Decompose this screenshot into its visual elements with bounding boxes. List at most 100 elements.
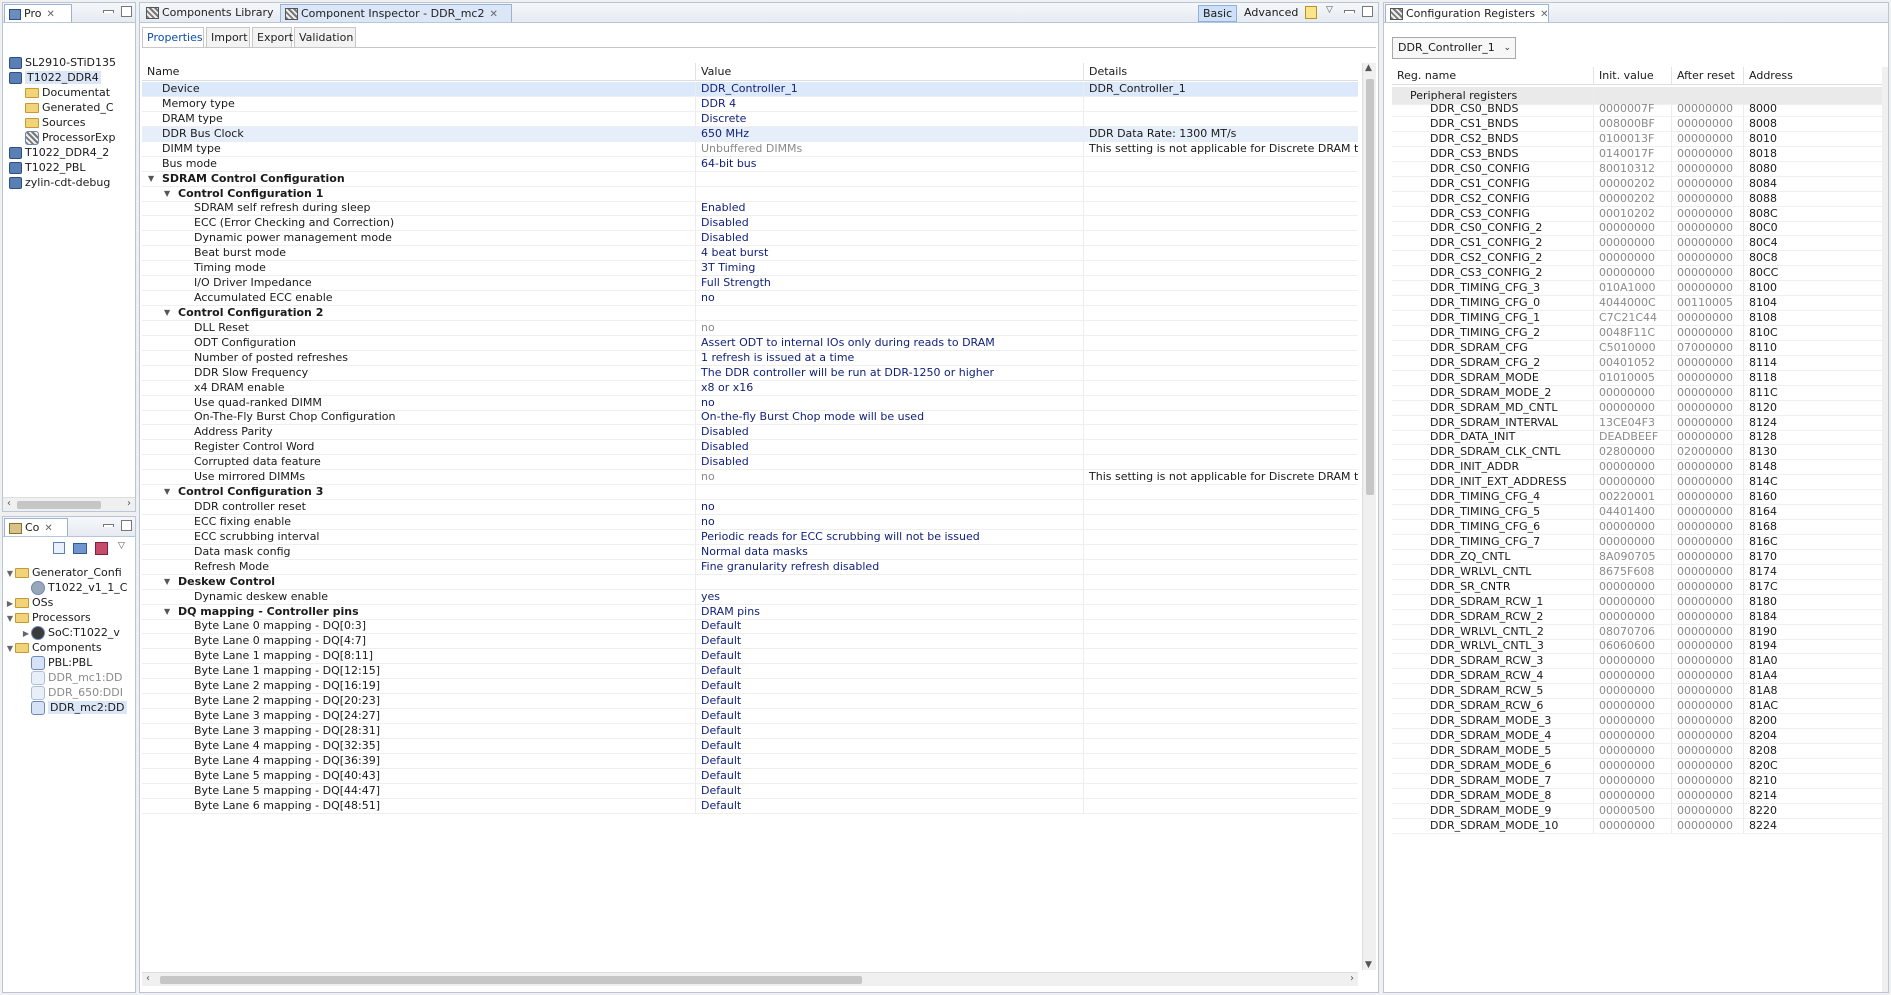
maximize-icon[interactable] [121,6,132,17]
collapse-all-icon[interactable] [53,542,65,554]
property-group-row[interactable]: ▼ Control Configuration 3 [142,485,1358,501]
register-row[interactable]: DDR_SDRAM_MODE 01010005 00000000 8118 [1392,370,1882,386]
chevron-down-icon[interactable]: ▼ [164,605,170,619]
property-row[interactable]: DLL Reset no [142,320,1358,336]
property-row[interactable]: On-The-Fly Burst Chop Configuration On-th… [142,410,1358,426]
property-row[interactable]: Dynamic power management mode Disabled [142,231,1358,247]
property-group-row[interactable]: ▼ Control Configuration 1 [142,186,1358,202]
property-row[interactable]: Byte Lane 4 mapping - DQ[32:35] Default [142,738,1358,754]
property-value[interactable]: Default [696,723,1084,739]
property-group-row[interactable]: ▼ SDRAM Control Configuration [142,171,1358,187]
register-row[interactable]: DDR_SDRAM_MODE_2 00000000 00000000 811C [1392,385,1882,401]
property-value[interactable]: x8 or x16 [696,380,1084,396]
property-value[interactable]: no [696,470,1084,486]
scroll-thumb[interactable] [1366,79,1374,495]
property-value[interactable]: no [696,320,1084,336]
mode-advanced-button[interactable]: Advanced [1240,5,1302,22]
chevron-down-icon[interactable]: ▼ [164,485,170,499]
register-row[interactable]: DDR_SDRAM_RCW_1 00000000 00000000 8180 [1392,594,1882,610]
property-value[interactable]: DDR 4 [696,96,1084,112]
horizontal-scrollbar[interactable]: ‹ › [142,972,1358,986]
minimize-icon[interactable] [1344,10,1355,13]
register-row[interactable]: DDR_SDRAM_RCW_4 00000000 00000000 81A4 [1392,669,1882,685]
chevron-down-icon[interactable]: ▼ [164,575,170,589]
property-value[interactable]: no [696,291,1084,307]
register-row[interactable]: DDR_SDRAM_RCW_6 00000000 00000000 81AC [1392,699,1882,715]
property-value[interactable] [696,485,1084,501]
tree-item[interactable]: T1022_DDR4 [9,70,101,85]
tab-component-inspector[interactable]: Component Inspector - DDR_mc2 ✕ [280,4,512,22]
tree-item[interactable]: DDR_mc1:DD [21,670,123,685]
register-row[interactable]: DDR_CS1_CONFIG_2 00000000 00000000 80C4 [1392,236,1882,252]
register-row[interactable]: DDR_CS1_CONFIG 00000202 00000000 8084 [1392,176,1882,192]
property-value[interactable]: Default [696,694,1084,710]
register-row[interactable]: DDR_CS0_CONFIG_2 00000000 00000000 80C0 [1392,221,1882,237]
register-row[interactable]: DDR_CS1_BNDS 008000BF 00000000 8008 [1392,116,1882,132]
property-row[interactable]: ECC scrubbing interval Periodic reads for… [142,529,1358,545]
property-group-row[interactable]: ▼ Control Configuration 2 [142,305,1358,321]
property-value[interactable]: Default [696,709,1084,725]
close-icon[interactable]: ✕ [489,9,497,20]
property-row[interactable]: SDRAM self refresh during sleep Enabled [142,201,1358,217]
chevron-down-icon[interactable]: ▼ [164,306,170,320]
property-value[interactable]: Disabled [696,425,1084,441]
property-value[interactable]: DRAM pins [696,604,1084,620]
register-row[interactable]: DDR_TIMING_CFG_0 4044000C 00110005 8104 [1392,296,1882,312]
column-header-details[interactable]: Details [1084,63,1358,81]
property-row[interactable]: x4 DRAM enable x8 or x16 [142,380,1358,396]
maximize-icon[interactable] [121,520,132,531]
property-value[interactable] [696,171,1084,187]
property-row[interactable]: Byte Lane 0 mapping - DQ[0:3] Default [142,619,1358,635]
property-value[interactable]: Disabled [696,216,1084,232]
property-value[interactable]: Enabled [696,201,1084,217]
property-value[interactable]: 3T Timing [696,261,1084,277]
property-value[interactable] [696,305,1084,321]
property-value[interactable]: Fine granularity refresh disabled [696,559,1084,575]
register-row[interactable]: DDR_CS0_BNDS 0000007F 00000000 8000 [1392,102,1882,117]
tab-components[interactable]: Co ✕ [4,518,68,536]
register-row[interactable]: DDR_SDRAM_MODE_3 00000000 00000000 8200 [1392,714,1882,730]
tree-item[interactable]: ▶ SoC:T1022_v [21,625,120,640]
register-row[interactable]: DDR_SDRAM_MODE_10 00000000 00000000 8224 [1392,818,1882,834]
property-value[interactable]: Default [696,619,1084,635]
register-row[interactable]: DDR_SDRAM_MD_CNTL 00000000 00000000 8120 [1392,400,1882,416]
column-header-name[interactable]: Name [142,63,696,81]
chevron-down-icon[interactable]: ▼ [5,611,15,626]
column-header-init-value[interactable]: Init. value [1594,67,1672,85]
property-row[interactable]: Dynamic deskew enable yes [142,589,1358,605]
register-row[interactable]: DDR_TIMING_CFG_5 04401400 00000000 8164 [1392,505,1882,521]
close-icon[interactable]: ✕ [46,9,54,20]
scroll-thumb[interactable] [17,501,101,509]
register-row[interactable]: DDR_CS3_BNDS 0140017F 00000000 8018 [1392,146,1882,162]
column-header-address[interactable]: Address [1744,67,1882,85]
property-value[interactable]: Unbuffered DIMMs [696,141,1084,157]
property-row[interactable]: Byte Lane 3 mapping - DQ[28:31] Default [142,723,1358,739]
controller-dropdown[interactable]: DDR_Controller_1 ⌄ [1392,37,1516,59]
column-header-reg-name[interactable]: Reg. name [1392,67,1594,85]
register-row[interactable]: DDR_TIMING_CFG_3 010A1000 00000000 8100 [1392,281,1882,297]
register-row[interactable]: DDR_CS2_CONFIG 00000202 00000000 8088 [1392,191,1882,207]
property-row[interactable]: Timing mode 3T Timing [142,261,1358,277]
property-value[interactable]: Default [696,798,1084,814]
property-row[interactable]: Byte Lane 1 mapping - DQ[12:15] Default [142,664,1358,680]
note-icon[interactable] [1305,6,1317,19]
property-value[interactable]: 1 refresh is issued at a time [696,350,1084,366]
property-row[interactable]: Number of posted refreshes 1 refresh is i… [142,350,1358,366]
register-row[interactable]: DDR_SDRAM_RCW_5 00000000 00000000 81A8 [1392,684,1882,700]
register-row[interactable]: DDR_SR_CNTR 00000000 00000000 817C [1392,579,1882,595]
tree-item[interactable]: ▶ OSs [5,595,53,610]
close-icon[interactable]: ✕ [44,523,52,534]
register-row[interactable]: DDR_WRLVL_CNTL 8675F608 00000000 8174 [1392,564,1882,580]
property-row[interactable]: Beat burst mode 4 beat burst [142,246,1358,262]
property-value[interactable]: Default [696,738,1084,754]
minimize-icon[interactable] [103,10,114,13]
property-row[interactable]: Byte Lane 6 mapping - DQ[48:51] Default [142,798,1358,814]
register-row[interactable]: DDR_SDRAM_MODE_6 00000000 00000000 820C [1392,758,1882,774]
register-row[interactable]: DDR_SDRAM_MODE_5 00000000 00000000 8208 [1392,743,1882,759]
property-row[interactable]: Use mirrored DIMMs no This setting is not … [142,470,1358,486]
tree-item[interactable]: ▼ Processors [5,610,91,625]
register-row[interactable]: DDR_SDRAM_MODE_8 00000000 00000000 8214 [1392,788,1882,804]
property-value[interactable]: Periodic reads for ECC scrubbing will no… [696,529,1084,545]
tree-item[interactable]: ProcessorExp [25,130,115,145]
property-value[interactable]: Default [696,768,1084,784]
